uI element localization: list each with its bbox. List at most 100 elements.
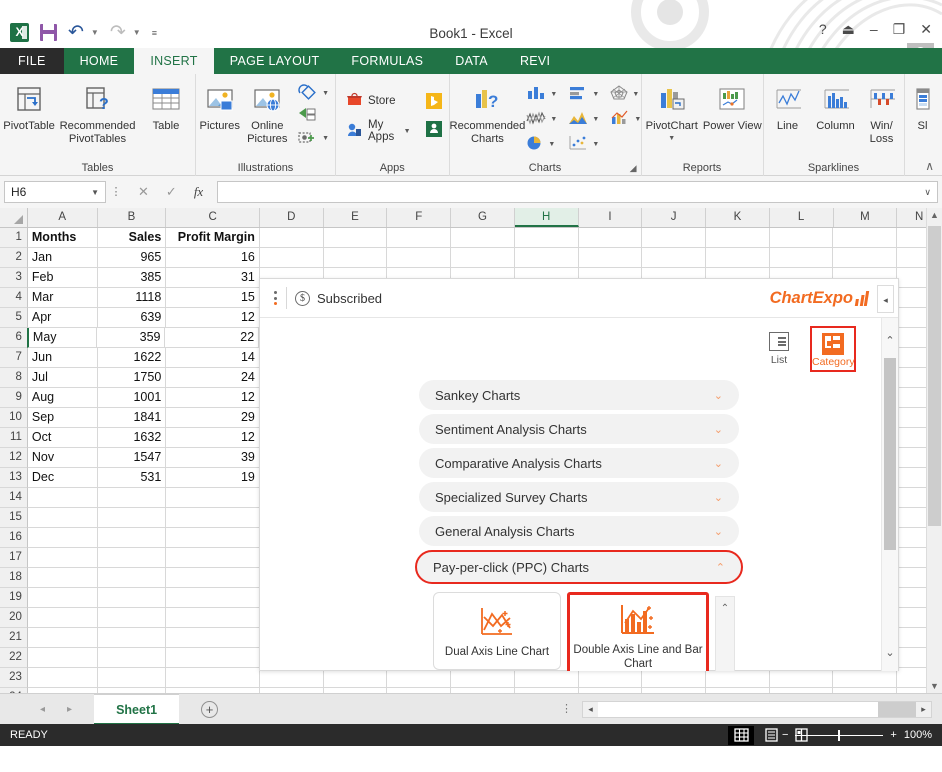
- grid-cell[interactable]: [323, 668, 388, 688]
- panel-vscroll-thumb[interactable]: [884, 358, 896, 550]
- grid-cell[interactable]: 1622: [97, 348, 167, 368]
- row-header[interactable]: 1: [0, 228, 28, 248]
- row-header[interactable]: 19: [0, 588, 28, 608]
- row-header[interactable]: 5: [0, 308, 28, 328]
- chevron-down-icon[interactable]: ⌄: [714, 491, 723, 504]
- chevron-down-icon[interactable]: ⌄: [714, 457, 723, 470]
- tab-home[interactable]: HOME: [64, 48, 135, 74]
- zoom-slider[interactable]: [795, 729, 884, 741]
- grid-cell[interactable]: [578, 668, 643, 688]
- grid-cell[interactable]: [27, 668, 98, 688]
- row-header[interactable]: 6: [0, 328, 28, 348]
- pie-chart-dropdown-icon[interactable]: ▼: [548, 141, 555, 148]
- grid-cell[interactable]: [97, 628, 167, 648]
- select-all-corner[interactable]: [0, 208, 28, 227]
- grid-cell[interactable]: Jan: [27, 248, 98, 268]
- grid-cell[interactable]: [97, 488, 167, 508]
- grid-cell[interactable]: [833, 668, 898, 688]
- sheet-tab-sheet1[interactable]: Sheet1: [94, 693, 180, 725]
- collapse-ribbon-button[interactable]: ∧: [925, 159, 934, 173]
- my-apps-dropdown-icon[interactable]: ▼: [404, 128, 411, 135]
- tab-review[interactable]: REVI: [504, 48, 566, 74]
- grid-cell[interactable]: 22: [165, 328, 260, 348]
- enter-icon[interactable]: ✓: [166, 184, 177, 200]
- bing-maps-button[interactable]: [421, 90, 447, 114]
- grid-cell[interactable]: [259, 668, 324, 688]
- grid-cell[interactable]: [706, 248, 770, 268]
- column-header-g[interactable]: G: [451, 208, 515, 227]
- kebab-menu-icon[interactable]: [268, 291, 282, 305]
- grid-cell[interactable]: Dec: [27, 468, 98, 488]
- column-header-d[interactable]: D: [259, 208, 324, 227]
- grid-cell[interactable]: 1547: [97, 448, 167, 468]
- normal-view-button[interactable]: [728, 725, 754, 745]
- chart-cards-scroll-up[interactable]: ⌃: [715, 596, 735, 671]
- sparkline-column-button[interactable]: Column: [812, 78, 860, 154]
- grid-cell[interactable]: [97, 528, 167, 548]
- grid-cell[interactable]: 39: [166, 448, 260, 468]
- grid-cell[interactable]: [97, 588, 167, 608]
- chart-category-sankey-charts[interactable]: Sankey Charts ⌄: [419, 380, 739, 410]
- grid-cell[interactable]: [387, 668, 452, 688]
- slicer-button[interactable]: Sl: [905, 78, 941, 154]
- grid-cell[interactable]: [769, 668, 834, 688]
- chart-category-sentiment-analysis-charts[interactable]: Sentiment Analysis Charts ⌄: [419, 414, 739, 444]
- column-header-e[interactable]: E: [323, 208, 388, 227]
- category-view-button[interactable]: Category: [810, 326, 856, 372]
- grid-cell[interactable]: 12: [166, 428, 260, 448]
- sheet-prev-icon[interactable]: ◂: [40, 704, 45, 715]
- chevron-down-icon[interactable]: ⌄: [714, 525, 723, 538]
- grid-cell[interactable]: [166, 648, 260, 668]
- page-layout-view-button[interactable]: [758, 726, 784, 745]
- chart-category-pay-per-click-ppc-charts[interactable]: Pay-per-click (PPC) Charts ⌃: [415, 550, 743, 584]
- help-icon[interactable]: ?: [819, 22, 827, 36]
- grid-cell[interactable]: [833, 228, 898, 248]
- grid-cell[interactable]: 12: [166, 308, 260, 328]
- shapes-dropdown-icon[interactable]: ▼: [322, 90, 329, 97]
- grid-cell[interactable]: [642, 248, 707, 268]
- grid-cell[interactable]: 385: [97, 268, 167, 288]
- grid-cell[interactable]: May: [26, 328, 97, 348]
- panel-collapse-button[interactable]: ◂: [877, 285, 894, 313]
- column-header-j[interactable]: J: [642, 208, 707, 227]
- grid-cell[interactable]: 1001: [97, 388, 167, 408]
- formula-input[interactable]: ∨: [217, 181, 938, 203]
- tab-insert[interactable]: INSERT: [134, 48, 214, 74]
- close-icon[interactable]: ✕: [920, 22, 932, 36]
- grid-cell[interactable]: [27, 508, 98, 528]
- chart-card-dual-axis-line[interactable]: Dual Axis Line Chart: [433, 592, 561, 670]
- grid-cell[interactable]: [97, 548, 167, 568]
- grid-cell[interactable]: Nov: [27, 448, 98, 468]
- grid-cell[interactable]: [833, 248, 898, 268]
- grid-cell[interactable]: Jul: [27, 368, 98, 388]
- row-header[interactable]: 13: [0, 468, 28, 488]
- grid-cell[interactable]: [166, 588, 260, 608]
- area-chart-dropdown-icon[interactable]: ▼: [592, 116, 599, 123]
- grid-cell[interactable]: 12: [166, 388, 260, 408]
- scroll-down-arrow-icon[interactable]: ▼: [927, 681, 942, 691]
- window-controls[interactable]: ? ⏏ – ❐ ✕: [819, 22, 932, 36]
- grid-cell[interactable]: Mar: [27, 288, 98, 308]
- tab-data[interactable]: DATA: [439, 48, 504, 74]
- charts-dialog-launcher[interactable]: ◢: [630, 163, 637, 174]
- tab-formulas[interactable]: FORMULAS: [335, 48, 439, 74]
- screenshot-dropdown-icon[interactable]: ▼: [322, 135, 329, 142]
- row-header[interactable]: 11: [0, 428, 28, 448]
- grid-cell[interactable]: 1750: [97, 368, 167, 388]
- zoom-level-label[interactable]: 100%: [904, 729, 932, 741]
- stock-chart-button[interactable]: ▼: [525, 109, 567, 131]
- row-header[interactable]: 4: [0, 288, 28, 308]
- grid-cell[interactable]: [578, 228, 643, 248]
- restore-icon[interactable]: ❐: [893, 22, 906, 36]
- recommended-pivottables-button[interactable]: ? Recommended PivotTables: [58, 78, 137, 154]
- row-header[interactable]: 12: [0, 448, 28, 468]
- column-header-i[interactable]: I: [578, 208, 643, 227]
- grid-cell[interactable]: Aug: [27, 388, 98, 408]
- row-header[interactable]: 15: [0, 508, 28, 528]
- row-header[interactable]: 20: [0, 608, 28, 628]
- grid-cell[interactable]: [642, 228, 707, 248]
- column-header-a[interactable]: A: [27, 208, 98, 227]
- grid-cell[interactable]: Oct: [27, 428, 98, 448]
- chevron-down-icon[interactable]: ⌄: [714, 423, 723, 436]
- row-header[interactable]: 23: [0, 668, 28, 688]
